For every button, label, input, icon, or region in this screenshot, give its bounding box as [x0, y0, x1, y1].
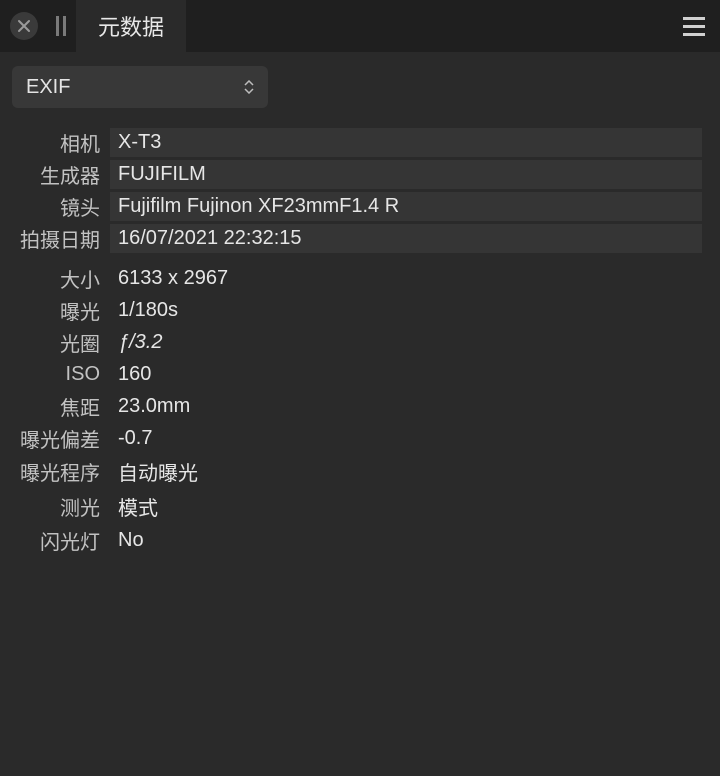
- row-program: 曝光程序 自动曝光: [10, 454, 702, 489]
- row-datetime: 拍摄日期 16/07/2021 22:32:15: [10, 222, 702, 254]
- row-flash: 闪光灯 No: [10, 524, 702, 556]
- row-focal: 焦距 23.0mm: [10, 390, 702, 422]
- metadata-section-dropdown[interactable]: EXIF: [12, 66, 268, 108]
- chevron-updown-icon: [244, 80, 254, 94]
- row-lens: 镜头 Fujifilm Fujinon XF23mmF1.4 R: [10, 190, 702, 222]
- label-exposure: 曝光: [10, 296, 110, 325]
- titlebar: 元数据: [0, 0, 720, 52]
- metadata-panel: 相机 X-T3 生成器 FUJIFILM 镜头 Fujifilm Fujinon…: [0, 112, 720, 556]
- tab-metadata[interactable]: 元数据: [76, 0, 186, 52]
- label-size: 大小: [10, 264, 110, 293]
- hamburger-icon: [683, 17, 705, 20]
- label-evcomp: 曝光偏差: [10, 424, 110, 453]
- drag-handle-icon[interactable]: [52, 16, 70, 36]
- label-iso: ISO: [10, 363, 110, 386]
- label-maker: 生成器: [10, 160, 110, 189]
- value-datetime[interactable]: 16/07/2021 22:32:15: [110, 224, 702, 253]
- value-lens[interactable]: Fujifilm Fujinon XF23mmF1.4 R: [110, 192, 702, 221]
- label-metering: 测光: [10, 492, 110, 521]
- panel-menu-button[interactable]: [668, 0, 720, 52]
- value-size: 6133 x 2967: [110, 264, 702, 293]
- label-flash: 闪光灯: [10, 526, 110, 555]
- row-metering: 测光 模式: [10, 489, 702, 524]
- row-camera: 相机 X-T3: [10, 126, 702, 158]
- close-button[interactable]: [10, 12, 38, 40]
- value-evcomp: -0.7: [110, 424, 702, 453]
- value-iso: 160: [110, 360, 702, 389]
- value-camera[interactable]: X-T3: [110, 128, 702, 157]
- value-flash: No: [110, 526, 702, 555]
- row-exposure: 曝光 1/180s: [10, 294, 702, 326]
- row-evcomp: 曝光偏差 -0.7: [10, 422, 702, 454]
- label-datetime: 拍摄日期: [10, 224, 110, 253]
- titlebar-left: [0, 0, 70, 52]
- toolbar: EXIF: [0, 52, 720, 112]
- label-program: 曝光程序: [10, 457, 110, 486]
- close-icon: [17, 19, 31, 33]
- label-camera: 相机: [10, 128, 110, 157]
- value-metering: 模式: [110, 489, 702, 524]
- row-aperture: 光圈 ƒ/3.2: [10, 326, 702, 358]
- tab-label: 元数据: [98, 10, 164, 42]
- value-maker[interactable]: FUJIFILM: [110, 160, 702, 189]
- dropdown-selected-label: EXIF: [26, 76, 244, 99]
- label-focal: 焦距: [10, 392, 110, 421]
- row-iso: ISO 160: [10, 358, 702, 390]
- value-program: 自动曝光: [110, 454, 702, 489]
- row-size: 大小 6133 x 2967: [10, 262, 702, 294]
- value-aperture: ƒ/3.2: [110, 328, 702, 357]
- label-lens: 镜头: [10, 192, 110, 221]
- row-maker: 生成器 FUJIFILM: [10, 158, 702, 190]
- label-aperture: 光圈: [10, 328, 110, 357]
- value-focal: 23.0mm: [110, 392, 702, 421]
- value-exposure: 1/180s: [110, 296, 702, 325]
